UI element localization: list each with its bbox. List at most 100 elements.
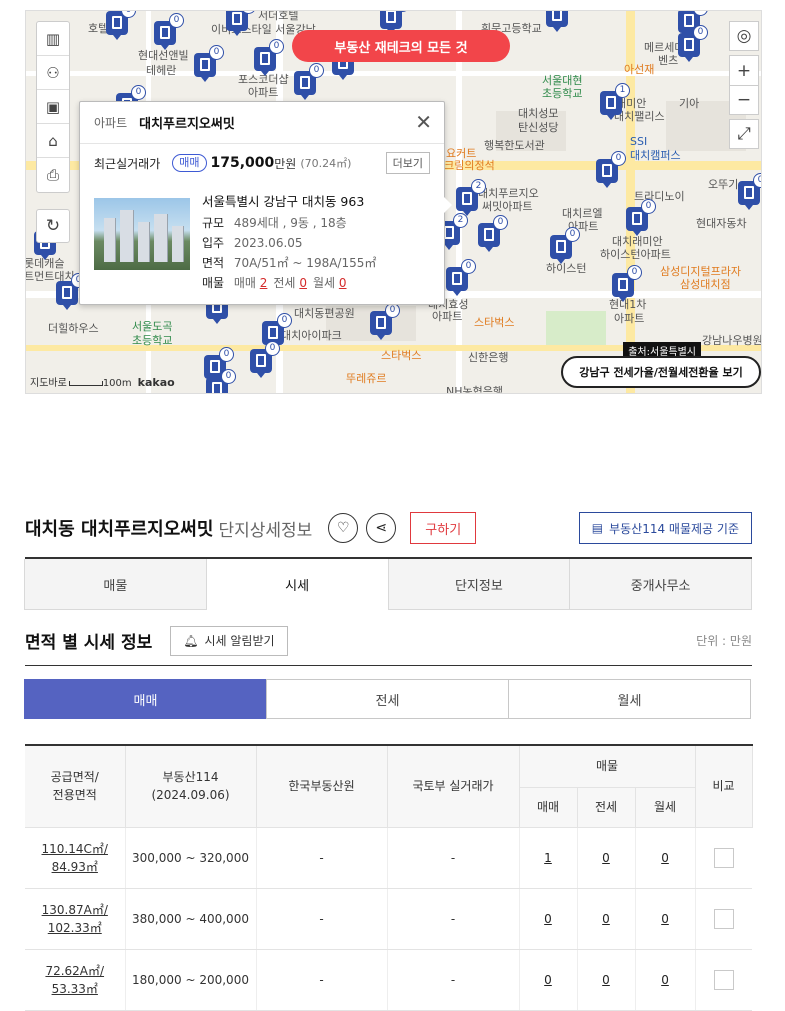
area-cell[interactable]: 110.14C㎡/84.93㎡ <box>25 827 125 889</box>
map-label: 행복한도서관 <box>484 139 545 152</box>
monthly-count[interactable]: 0 <box>634 827 696 889</box>
deal-tab-jeonse[interactable]: 전세 <box>266 679 509 719</box>
area-cell[interactable]: 72.62A㎡/53.33㎡ <box>25 949 125 1011</box>
deal-tab-monthly[interactable]: 월세 <box>508 679 751 719</box>
table-row: 110.14C㎡/84.93㎡ 300,000 ~ 320,000 - - 1 … <box>25 827 753 889</box>
seoul-ratio-button[interactable]: 강남구 전세가율/전월세전환율 보기 <box>561 356 761 388</box>
tab-prices[interactable]: 시세 <box>205 559 389 610</box>
map-scale: 지도바로 100m kakao <box>30 374 175 389</box>
heart-icon[interactable]: ♡ <box>328 513 359 543</box>
fullscreen-icon[interactable]: ⤢ <box>729 119 759 149</box>
listing-count[interactable]: 0 <box>339 276 347 290</box>
apartment-marker[interactable]: 0 <box>550 227 580 264</box>
sale-count[interactable]: 1 <box>518 827 577 889</box>
apartment-marker[interactable]: 0 <box>596 151 626 188</box>
source-standard-button[interactable]: ▤ 부동산114 매물제공 기준 <box>578 512 752 544</box>
listing-count[interactable]: 2 <box>260 276 268 290</box>
share-icon[interactable]: ⋖ <box>366 513 397 543</box>
apartment-marker[interactable]: 0 <box>206 369 236 393</box>
map-label: 대치푸르지오 <box>478 187 539 200</box>
monthly-count[interactable]: 0 <box>634 888 696 950</box>
map-label: 현대선앤빌 <box>138 49 189 62</box>
apartment-marker[interactable]: 0 <box>226 11 256 36</box>
apartment-marker[interactable]: 0 <box>154 13 184 50</box>
apartment-marker[interactable]: 0 <box>380 11 410 34</box>
buy-button[interactable]: 구하기 <box>410 512 477 544</box>
area-cell[interactable]: 130.87A㎡/102.33㎡ <box>25 888 125 950</box>
scale-prefix: 지도바로 <box>30 378 67 389</box>
apartment-marker[interactable]: 0 <box>106 11 136 40</box>
map-label: 아파트 <box>614 312 645 325</box>
price-alert-button[interactable]: 🔔︎ 시세 알림받기 <box>170 625 288 656</box>
section-header: 면적 별 시세 정보 🔔︎ 시세 알림받기 단위 : 만원 <box>25 624 752 666</box>
promo-banner[interactable]: 부동산 재테크의 모든 것 <box>292 30 510 62</box>
apartment-marker[interactable]: 0 <box>446 259 476 296</box>
subway-icon[interactable]: ▣ <box>37 90 69 124</box>
jeonse-count[interactable]: 0 <box>576 888 635 950</box>
monthly-count[interactable]: 0 <box>634 949 696 1011</box>
map-label: 서더호텔 <box>258 10 299 22</box>
apartment-marker[interactable]: 0 <box>678 25 708 62</box>
tab-complex-info[interactable]: 단지정보 <box>387 559 571 610</box>
map-label: 강남나우병원 <box>702 334 762 347</box>
refresh-icon[interactable]: ↻ <box>36 209 70 243</box>
header-compare: 비교 <box>694 744 753 828</box>
section-title: 면적 별 시세 정보 <box>25 633 153 653</box>
listing-count[interactable]: 0 <box>299 276 307 290</box>
apartment-marker[interactable]: 0 <box>478 215 508 252</box>
price-alert-label: 시세 알림받기 <box>204 634 275 648</box>
map-label: 더힐하우스 <box>48 322 99 335</box>
people-icon[interactable]: ⚇ <box>37 56 69 90</box>
price-cell: 180,000 ~ 200,000 <box>124 949 256 1011</box>
apartment-marker[interactable]: 1 <box>600 83 630 120</box>
header-r114: 부동산114 (2024.09.06) <box>124 744 257 828</box>
header-listings: 매물 <box>518 744 696 788</box>
map-label: 써밋아파트 <box>482 200 533 213</box>
compare-checkbox[interactable] <box>713 847 734 868</box>
bell-icon: 🔔︎ <box>183 633 199 648</box>
apartment-photo[interactable] <box>94 198 190 270</box>
apartment-marker[interactable]: 2 <box>456 179 486 216</box>
apartment-marker[interactable]: 0 <box>254 39 284 76</box>
apartment-popup: 아파트 대치푸르지오써밋 ✕ 최근실거래가 매매 175,000 만원 (70.… <box>79 101 452 305</box>
location-icon[interactable]: ◎ <box>729 21 759 51</box>
recent-price-label: 최근실거래가 <box>94 156 161 171</box>
map-view[interactable]: 서더호텔 이비스스타일 서울강남 휘문고등학교 호텔 현대선앤빌 테헤란 포스코… <box>25 10 762 394</box>
jeonse-count[interactable]: 0 <box>576 827 635 889</box>
compare-checkbox[interactable] <box>713 908 734 929</box>
apartment-marker[interactable]: 0 <box>294 63 324 100</box>
map-label: 테헤란 <box>146 64 177 77</box>
header-sale: 매매 <box>519 786 578 828</box>
apartment-marker[interactable]: 0 <box>612 265 642 302</box>
jeonse-count[interactable]: 0 <box>576 949 635 1011</box>
more-button[interactable]: 더보기 <box>385 152 430 174</box>
apartment-marker[interactable]: 0 <box>250 341 280 378</box>
map-label: 현대자동차 <box>696 217 747 230</box>
apartment-marker[interactable]: 0 <box>56 273 86 310</box>
molit-cell: - <box>386 827 519 889</box>
apartment-marker[interactable]: 0 <box>626 199 656 236</box>
sale-count[interactable]: 0 <box>518 888 577 950</box>
detail-tabs: 매물 시세 단지정보 중개사무소 <box>24 557 752 610</box>
scale-label: 100m <box>102 378 132 389</box>
page-subtitle: 단지상세정보 <box>218 520 313 541</box>
tab-agencies[interactable]: 중개사무소 <box>569 559 752 610</box>
popup-name[interactable]: 대치푸르지오써밋 <box>139 113 235 132</box>
apartment-marker[interactable]: 0 <box>546 11 568 32</box>
deal-tab-sale[interactable]: 매매 <box>24 679 267 719</box>
sale-count[interactable]: 0 <box>518 949 577 1011</box>
apartment-marker[interactable]: 0 <box>370 303 400 340</box>
source-standard-label: 부동산114 매물제공 기준 <box>609 521 739 536</box>
apartment-marker[interactable]: 0 <box>194 45 224 82</box>
header-monthly: 월세 <box>634 786 696 828</box>
close-icon[interactable]: ✕ <box>415 112 432 132</box>
zoom-out-button[interactable]: − <box>729 85 759 115</box>
header-molit: 국토부 실거래가 <box>386 744 520 828</box>
zoom-in-button[interactable]: + <box>729 55 759 85</box>
chart-icon[interactable]: ▥ <box>37 22 69 56</box>
school-icon[interactable]: ⌂ <box>37 124 69 158</box>
cctv-icon[interactable]: ⎙ <box>37 158 69 192</box>
apartment-marker[interactable]: 0 <box>738 173 761 210</box>
tab-listings[interactable]: 매물 <box>24 559 207 610</box>
compare-checkbox[interactable] <box>713 969 734 990</box>
